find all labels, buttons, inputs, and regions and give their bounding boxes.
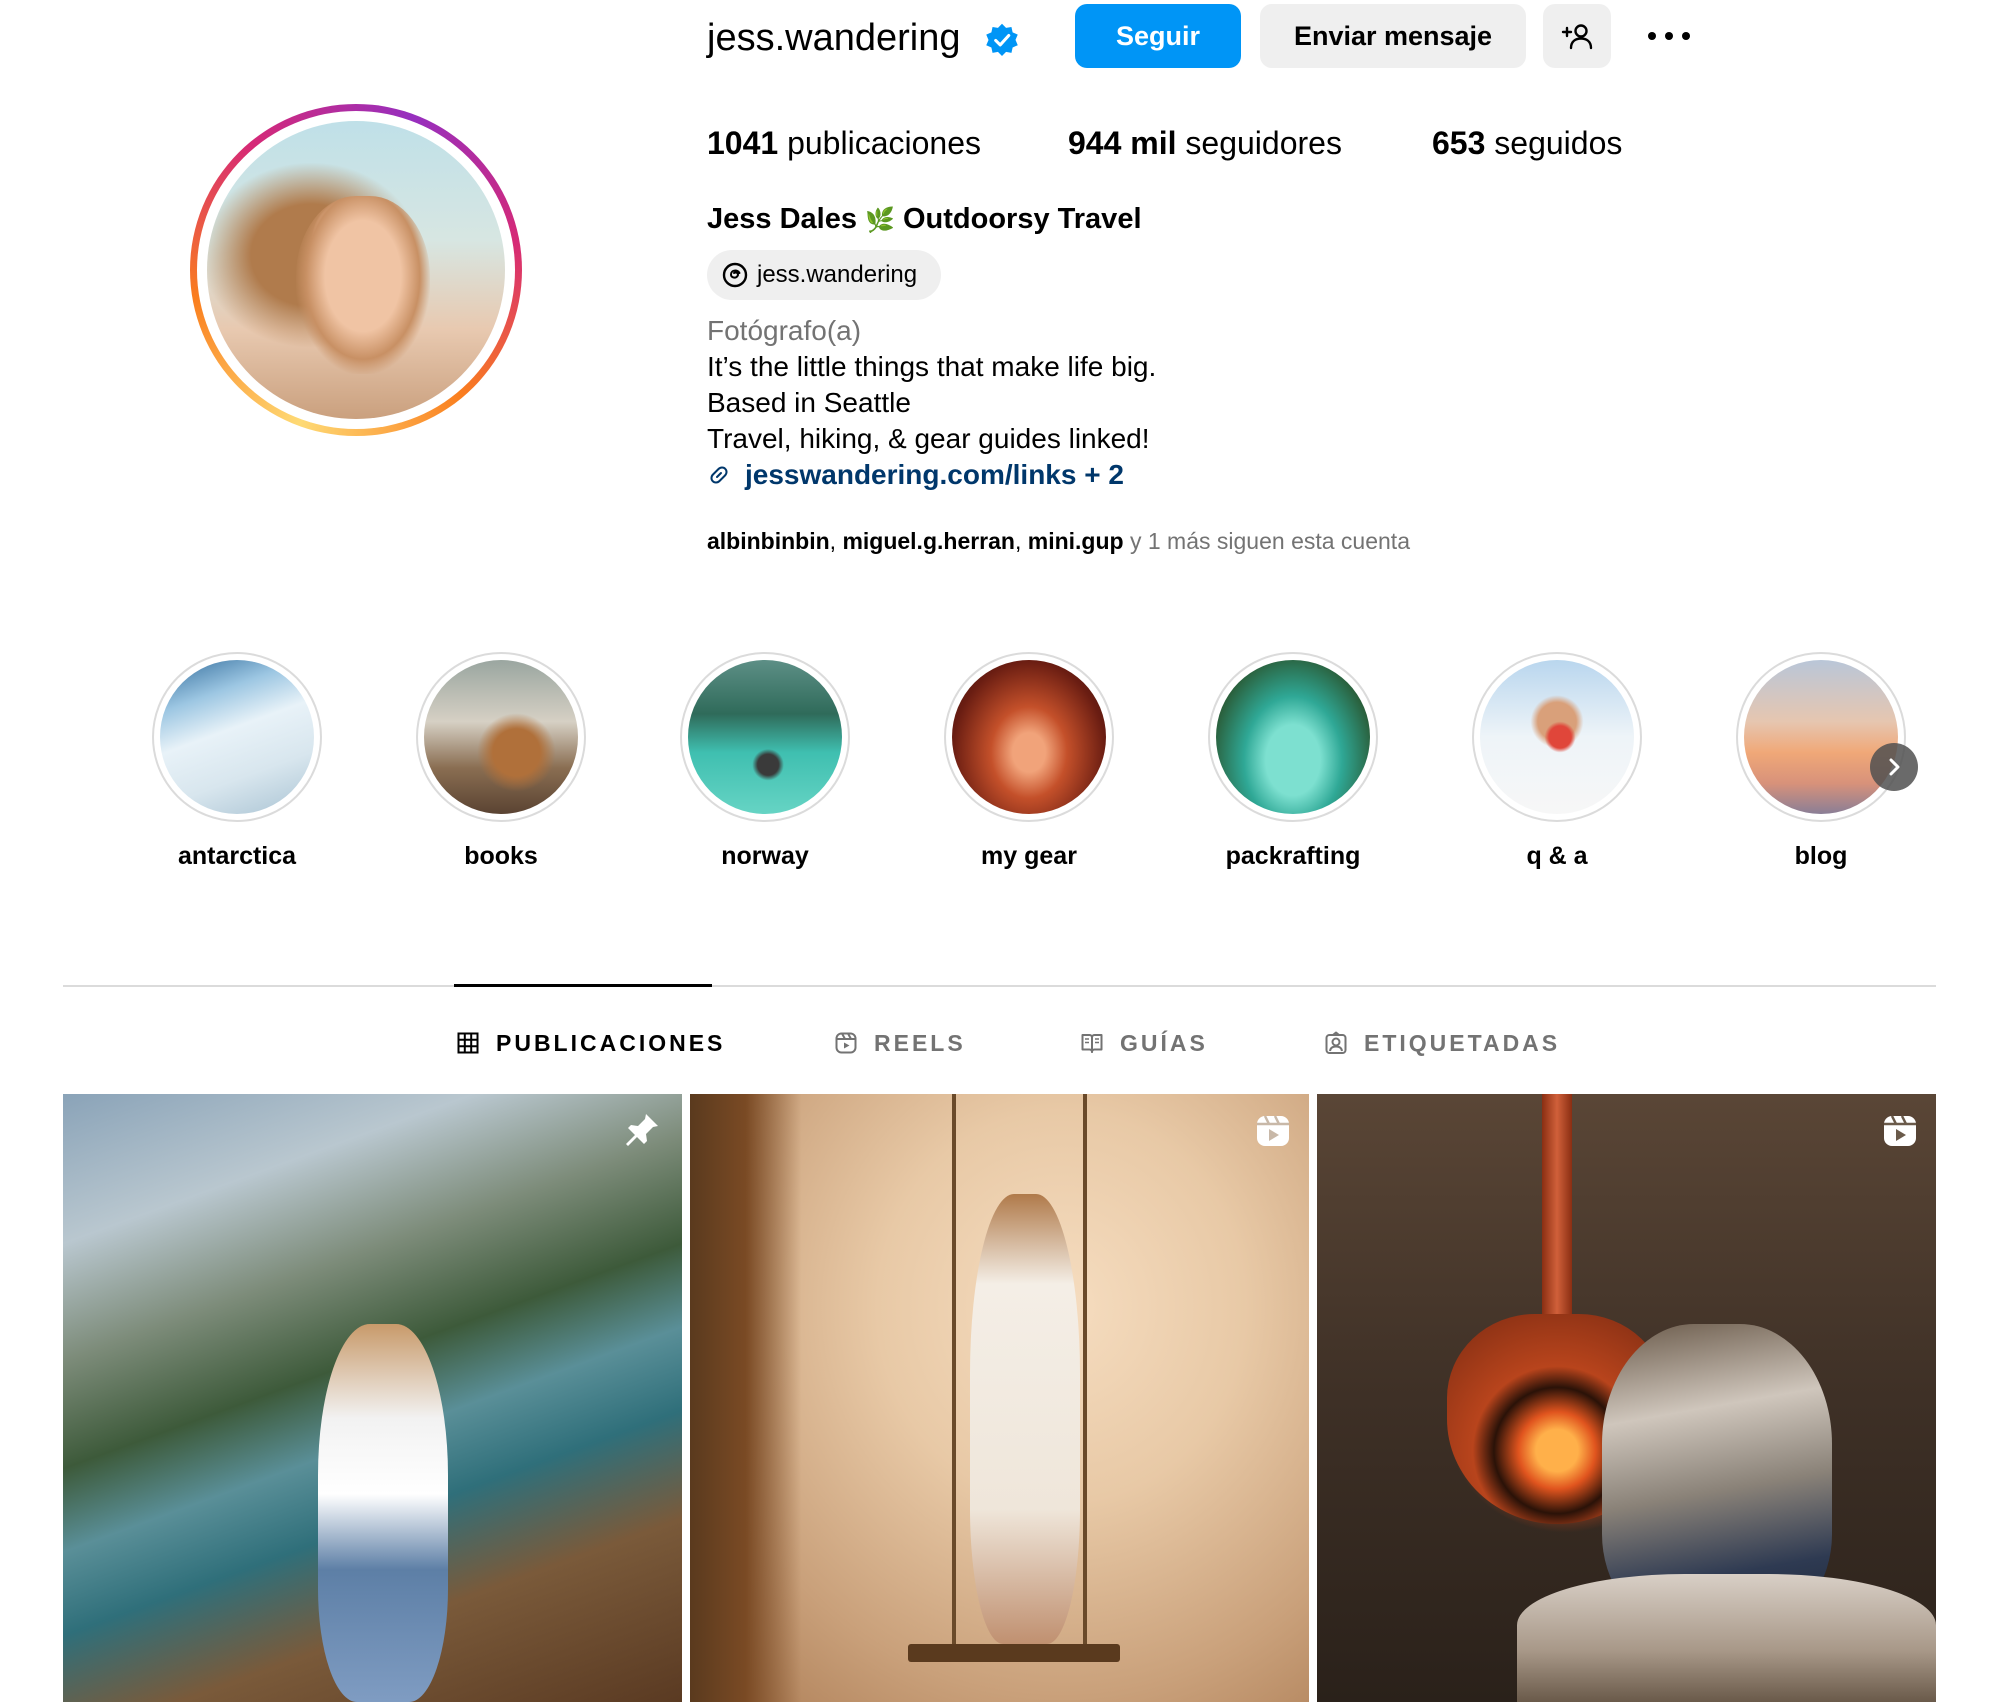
tab-etiquetadas[interactable]: ETIQUETADAS xyxy=(1324,1025,1560,1061)
tabs-divider xyxy=(63,985,1936,987)
bio-line-2: Based in Seattle xyxy=(707,387,911,418)
highlight-cover xyxy=(1216,660,1370,814)
suggest-accounts-button[interactable] xyxy=(1543,4,1611,68)
post-thumbnail[interactable] xyxy=(63,1094,682,1702)
swing-rope-right xyxy=(1083,1094,1087,1654)
posts-count-stat: 1041 publicaciones xyxy=(707,120,981,166)
threads-icon xyxy=(722,262,748,288)
following-stat[interactable]: 653 seguidos xyxy=(1432,120,1622,166)
followed-by-suffix: y 1 más siguen esta cuenta xyxy=(1129,528,1410,554)
reels-icon xyxy=(835,1032,857,1054)
highlight-cover xyxy=(1480,660,1634,814)
highlight-norway[interactable]: norway xyxy=(665,652,865,871)
highlight-ring xyxy=(1472,652,1642,822)
add-person-icon xyxy=(1561,24,1593,50)
tab-publicaciones[interactable]: PUBLICACIONES xyxy=(456,1025,725,1061)
swing-seat xyxy=(908,1644,1120,1662)
highlight-ring xyxy=(680,652,850,822)
highlight-label: packrafting xyxy=(1225,842,1361,870)
followed-by-name-2[interactable]: miguel.g.herran xyxy=(842,528,1015,554)
full-name-suffix: Outdoorsy Travel xyxy=(902,203,1142,235)
avatar-border xyxy=(197,111,515,429)
reels-icon xyxy=(1257,1115,1289,1146)
tab-reels[interactable]: REELS xyxy=(834,1025,966,1061)
swing-rope-left xyxy=(952,1094,956,1654)
following-label: seguidos xyxy=(1494,125,1623,161)
verified-badge-icon xyxy=(986,23,1018,57)
highlight-cover xyxy=(952,660,1106,814)
highlight-label: antarctica xyxy=(177,842,297,870)
posts-count: 1041 xyxy=(707,125,779,161)
following-count: 653 xyxy=(1432,125,1486,161)
highlight-cover xyxy=(1744,660,1898,814)
followers-label: seguidores xyxy=(1185,125,1342,161)
highlight-ring xyxy=(1208,652,1378,822)
more-options-icon[interactable] xyxy=(1646,22,1692,50)
tab-label: ETIQUETADAS xyxy=(1364,1029,1561,1056)
highlight-my-gear[interactable]: my gear xyxy=(929,652,1129,871)
followed-by-name-1[interactable]: albinbinbin xyxy=(707,528,830,554)
highlight-antarctica[interactable]: antarctica xyxy=(137,652,337,871)
reels-icon xyxy=(1884,1115,1916,1146)
highlight-cover xyxy=(688,660,842,814)
guides-icon xyxy=(1081,1034,1103,1053)
leaf-emoji: 🌿 xyxy=(865,207,895,234)
bio-link-text[interactable]: jesswandering.com/links + 2 xyxy=(745,459,1124,491)
fur-rug xyxy=(1517,1574,1936,1702)
tab-guias[interactable]: GUÍAS xyxy=(1080,1025,1208,1061)
chevron-right-icon xyxy=(1889,758,1900,776)
profile-category: Fotógrafo(a) xyxy=(707,315,862,346)
highlight-ring xyxy=(1736,652,1906,822)
active-tab-indicator xyxy=(454,984,712,987)
highlight-packrafting[interactable]: packrafting xyxy=(1193,652,1393,871)
highlight-cover xyxy=(424,660,578,814)
send-message-button[interactable]: Enviar mensaje xyxy=(1260,4,1526,68)
highlight-label: q & a xyxy=(1526,842,1588,870)
profile-avatar[interactable] xyxy=(190,104,522,436)
link-icon xyxy=(710,466,728,484)
highlight-label: books xyxy=(464,842,538,870)
post-figure xyxy=(970,1194,1080,1644)
profile-page: jess.wandering Seguir Enviar mensaje 104… xyxy=(0,0,1990,1702)
bio-line-3: Travel, hiking, & gear guides linked! xyxy=(707,423,1150,454)
followed-by-name-3[interactable]: mini.gup xyxy=(1028,528,1124,554)
post-thumbnail[interactable] xyxy=(690,1094,1309,1702)
bio-line-1: It’s the little things that make life bi… xyxy=(707,351,1157,382)
posts-label: publicaciones xyxy=(787,125,981,161)
avatar-photo xyxy=(207,121,505,419)
followed-by-text[interactable]: albinbinbin, miguel.g.herran, mini.gup y… xyxy=(707,522,1410,560)
highlights-next-button[interactable] xyxy=(1870,743,1918,791)
profile-username: jess.wandering xyxy=(707,17,961,59)
threads-badge[interactable]: jess.wandering xyxy=(707,250,941,300)
highlight-label: my gear xyxy=(981,842,1077,870)
highlight-cover xyxy=(160,660,314,814)
pin-icon xyxy=(626,1114,658,1146)
highlight-ring xyxy=(416,652,586,822)
highlight-books[interactable]: books xyxy=(401,652,601,871)
full-name-text: Jess Dales xyxy=(707,203,857,235)
highlight-q-and-a[interactable]: q & a xyxy=(1457,652,1657,871)
post-thumbnail[interactable] xyxy=(1317,1094,1936,1702)
tab-label: GUÍAS xyxy=(1120,1029,1208,1056)
tab-label: REELS xyxy=(874,1029,966,1056)
profile-full-name: Jess Dales 🌿 Outdoorsy Travel xyxy=(707,198,1142,242)
threads-handle: jess.wandering xyxy=(757,261,918,288)
tagged-icon xyxy=(1325,1031,1347,1054)
stove-pipe xyxy=(1542,1094,1572,1324)
highlight-ring xyxy=(152,652,322,822)
grid-icon xyxy=(457,1032,479,1054)
post-figure xyxy=(318,1324,448,1702)
followers-count: 944 mil xyxy=(1068,125,1177,161)
highlight-label: blog xyxy=(1794,842,1848,870)
highlight-ring xyxy=(944,652,1114,822)
followers-stat[interactable]: 944 mil seguidores xyxy=(1068,120,1342,166)
tab-label: PUBLICACIONES xyxy=(496,1029,726,1056)
bio-link[interactable]: jesswandering.com/links + 2 xyxy=(707,455,1124,495)
highlight-label: norway xyxy=(721,842,809,870)
follow-button[interactable]: Seguir xyxy=(1075,4,1241,68)
